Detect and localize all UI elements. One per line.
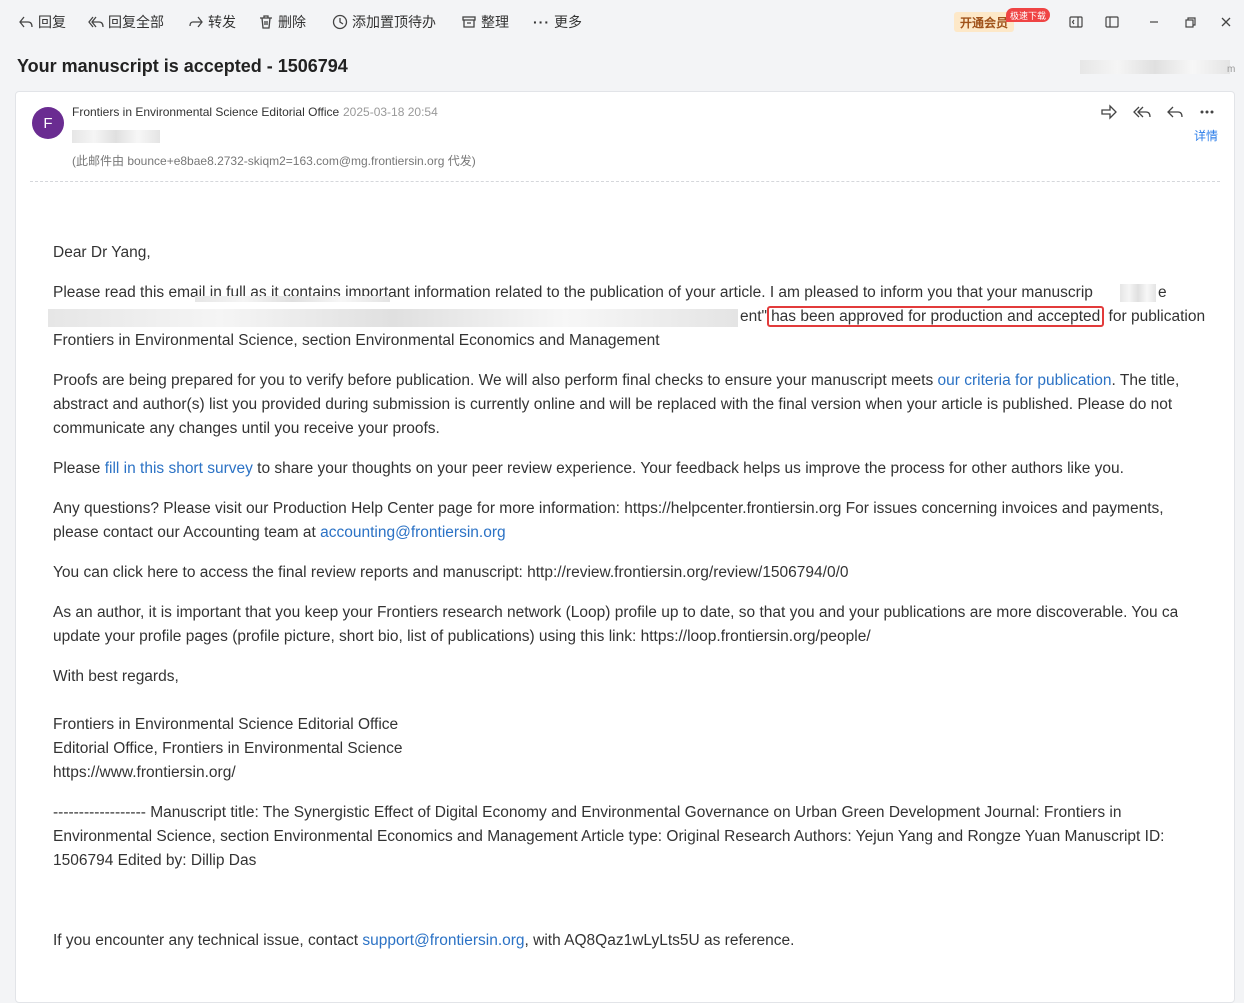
archive-icon [462,16,476,28]
toolbar: 回复 回复全部 转发 删除 添加置顶待办 整理 ··· 更多 开通会员 极速下载 [0,0,1244,44]
delete-button[interactable]: 删除 [258,12,306,32]
signature-line2: Editorial Office, Frontiers in Environme… [53,740,403,757]
survey-link[interactable]: fill in this short survey [105,460,253,477]
minimize-icon[interactable] [1144,12,1164,32]
sender-avatar: F [32,107,64,139]
para1-line2-pre: ent" [740,308,768,325]
para4-pre: please contact our Accounting team at [53,524,321,541]
vip-button[interactable]: 开通会员 [954,12,1015,32]
para1-line1-tail: e [1158,284,1167,301]
reply-icon[interactable] [1165,103,1185,121]
body-para4-line1: Any questions? Please visit our Producti… [53,500,1164,517]
body-para6-line1: As an author, it is important that you k… [53,604,1179,621]
split-view-icon[interactable] [1066,12,1086,32]
truncated-char: m [1227,64,1236,75]
redacted-manuscript-title [48,309,738,327]
accepted-highlight: has been approved for production and acc… [767,306,1105,327]
signature-line1: Frontiers in Environmental Science Edito… [53,716,399,733]
add-todo-button[interactable]: 添加置顶待办 [332,12,436,32]
body-para2-line2: abstract and author(s) list you provided… [53,396,1173,413]
more-dots-icon: ··· [533,14,550,30]
more-options-icon[interactable] [1197,103,1217,121]
manuscript-meta-line3: 1506794 Edited by: Dillip Das [53,852,257,869]
forward-button[interactable]: 转发 [188,12,236,32]
sender-name[interactable]: Frontiers in Environmental Science Edito… [72,105,339,119]
sidebar-toggle-icon[interactable] [1102,12,1122,32]
reply-all-icon[interactable] [1132,103,1152,121]
proxy-note: (此邮件由 bounce+e8bae8.2732-skiqm2=163.com@… [72,154,476,168]
body-para2-line3: communicate any changes until you receiv… [53,420,440,437]
regards: With best regards, [53,668,179,685]
reply-icon [19,16,33,28]
redacted-address [1080,60,1230,74]
add-todo-label: 添加置顶待办 [352,14,436,30]
para2-pre: Proofs are being prepared for you to ver… [53,372,938,389]
body-para1-line2: ent" has been approved for production and… [740,305,1205,329]
para1-line2-post: for publication [1104,308,1206,325]
para2-post: . The title, [1111,372,1180,389]
reply-label: 回复 [38,14,66,30]
more-label: 更多 [554,14,582,30]
accounting-email-link[interactable]: accounting@frontiersin.org [320,524,505,541]
body-para5: You can click here to access the final r… [53,564,849,581]
body-para1-line3: Frontiers in Environmental Science, sect… [53,332,660,349]
reply-all-label: 回复全部 [108,14,164,30]
manuscript-meta-line1: ------------------ Manuscript title: The… [53,804,1122,821]
body-para2-line1: Proofs are being prepared for you to ver… [53,369,1179,393]
para3-pre: Please [53,460,105,477]
criteria-link[interactable]: our criteria for publication [938,372,1112,389]
body-para3: Please fill in this short survey to shar… [53,457,1124,481]
redacted-recipient [72,130,160,143]
forward-label: 转发 [208,14,236,30]
email-subject: Your manuscript is accepted - 1506794 [17,56,348,76]
body-para6-line2: update your profile pages (profile pictu… [53,628,871,645]
trash-icon [260,15,272,29]
redacted-strike [195,296,390,302]
body-para4-line2: please contact our Accounting team at ac… [53,521,506,545]
reply-button[interactable]: 回复 [18,12,66,32]
download-badge: 极速下载 [1006,8,1051,22]
signature-line3: https://www.frontiersin.org/ [53,764,236,781]
greeting: Dear Dr Yang, [53,244,151,261]
footer-line: If you encounter any technical issue, co… [53,929,794,953]
organize-label: 整理 [481,14,509,30]
para3-post: to share your thoughts on your peer revi… [252,460,1124,477]
header-divider [30,181,1220,182]
organize-button[interactable]: 整理 [461,12,509,32]
forward-icon [189,16,203,28]
footer-pre: If you encounter any technical issue, co… [53,932,363,949]
reply-all-button[interactable]: 回复全部 [88,12,164,32]
support-email-link[interactable]: support@frontiersin.org [362,932,524,949]
restore-icon[interactable] [1180,12,1200,32]
reply-all-icon [88,16,104,28]
clock-icon [332,14,348,30]
details-link[interactable]: 详情 [1194,127,1218,144]
manuscript-meta-line2: Environmental Science, section Environme… [53,828,1165,845]
footer-post: , with AQ8Qaz1wLyLts5U as reference. [524,932,795,949]
forward-icon[interactable] [1099,103,1119,121]
close-icon[interactable] [1216,12,1236,32]
more-button[interactable]: ··· 更多 [533,12,582,32]
redacted-title-part [1120,284,1156,302]
delete-label: 删除 [278,14,306,30]
sent-time: 2025-03-18 20:54 [343,105,438,119]
